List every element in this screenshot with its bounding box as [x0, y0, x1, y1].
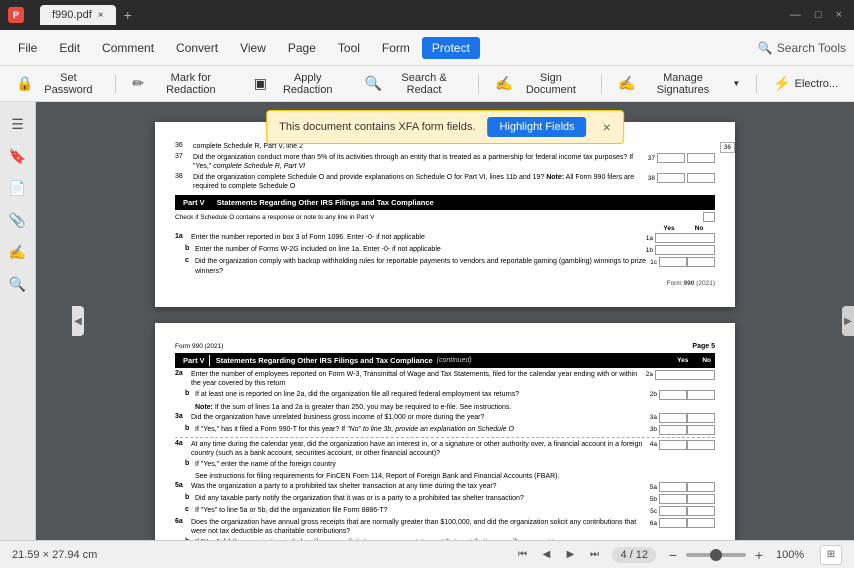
menu-convert[interactable]: Convert	[166, 37, 228, 59]
toolbar-divider-1	[115, 74, 116, 94]
window-controls: — □ ×	[786, 7, 846, 23]
pdf-pages-container: 36 complete Schedule R, Part V, line 2 3…	[36, 102, 854, 540]
close-window-button[interactable]: ×	[832, 7, 846, 23]
active-tab[interactable]: f990.pdf ×	[40, 5, 116, 25]
search-redact-icon: 🔍	[365, 75, 382, 92]
menu-edit[interactable]: Edit	[49, 37, 90, 59]
highlight-fields-button[interactable]: Highlight Fields	[487, 117, 586, 137]
page-navigation: ⏮ ◀ ▶ ⏭	[512, 545, 604, 565]
sign-document-button[interactable]: ✍ Sign Document	[487, 68, 593, 100]
status-bar-right: ⏮ ◀ ▶ ⏭ 4 / 12 − + 100% ⊞	[512, 545, 842, 565]
sidebar-icon-bookmarks[interactable]: 🔖	[4, 142, 32, 170]
menu-bar: File Edit Comment Convert View Page Tool…	[0, 30, 854, 66]
zoom-thumb[interactable]	[710, 549, 722, 561]
title-bar-left: P f990.pdf × +	[8, 5, 148, 25]
toolbar-divider-4	[756, 74, 757, 94]
menu-protect[interactable]: Protect	[422, 37, 480, 59]
app-icon: P	[8, 7, 24, 23]
zoom-in-button[interactable]: +	[750, 546, 768, 564]
sidebar-icon-signatures[interactable]: ✍	[4, 238, 32, 266]
mark-for-redaction-button[interactable]: ✏ Mark for Redaction	[124, 68, 241, 100]
status-bar: 21.59 × 27.94 cm ⏮ ◀ ▶ ⏭ 4 / 12 − + 100%…	[0, 540, 854, 568]
sidebar-icon-pages[interactable]: ☰	[4, 110, 32, 138]
sidebar-collapse-button[interactable]: ◀	[72, 306, 84, 336]
left-sidebar: ☰ 🔖 📄 📎 ✍ 🔍	[0, 102, 36, 540]
document-dimensions: 21.59 × 27.94 cm	[12, 549, 97, 561]
toolbar-divider-3	[601, 74, 602, 94]
page2-label: Form 990 (2021)	[175, 343, 223, 350]
tab-label: f990.pdf	[52, 9, 92, 21]
right-panel-collapse-button[interactable]: ▶	[842, 306, 854, 336]
sidebar-icon-layers[interactable]: 📄	[4, 174, 32, 202]
signatures-icon: ✍	[618, 75, 635, 92]
pdf-viewer: This document contains XFA form fields. …	[36, 102, 854, 540]
main-area: ☰ 🔖 📄 📎 ✍ 🔍 This document contains XFA f…	[0, 102, 854, 540]
sidebar-icon-attachments[interactable]: 📎	[4, 206, 32, 234]
apply-redaction-button[interactable]: ▣ Apply Redaction	[246, 68, 353, 100]
menu-comment[interactable]: Comment	[92, 37, 164, 59]
zoom-controls: − +	[664, 546, 768, 564]
banner-close-button[interactable]: ×	[603, 119, 611, 135]
set-password-button[interactable]: 🔒 Set Password	[8, 68, 107, 100]
minimize-button[interactable]: —	[786, 7, 805, 23]
fit-page-button[interactable]: ⊞	[820, 545, 842, 565]
search-tools[interactable]: 🔍 Search Tools	[758, 41, 846, 55]
menu-form[interactable]: Form	[372, 37, 420, 59]
electro-icon: ⚡	[773, 75, 790, 92]
menu-file[interactable]: File	[8, 37, 47, 59]
page-indicator: 4 / 12	[612, 547, 656, 563]
mark-icon: ✏	[132, 75, 144, 92]
search-redact-button[interactable]: 🔍 Search & Redact	[357, 68, 471, 100]
title-bar: P f990.pdf × + — □ ×	[0, 0, 854, 30]
page2-num: Page 5	[692, 343, 715, 350]
toolbar-divider-2	[478, 74, 479, 94]
chevron-down-icon: ▼	[732, 79, 740, 88]
menu-page[interactable]: Page	[278, 37, 326, 59]
zoom-level-display: 100%	[776, 549, 812, 561]
first-page-button[interactable]: ⏮	[512, 545, 532, 565]
sidebar-icon-search[interactable]: 🔍	[4, 270, 32, 298]
tab-close-button[interactable]: ×	[98, 10, 104, 21]
prev-page-button[interactable]: ◀	[536, 545, 556, 565]
manage-signatures-button[interactable]: ✍ Manage Signatures ▼	[610, 68, 748, 100]
lock-icon: 🔒	[16, 75, 33, 92]
tab-bar: f990.pdf × +	[40, 5, 140, 25]
search-icon: 🔍	[758, 41, 773, 55]
menu-tool[interactable]: Tool	[328, 37, 370, 59]
xfa-banner-text: This document contains XFA form fields.	[279, 121, 475, 133]
pdf-page-1: 36 complete Schedule R, Part V, line 2 3…	[155, 122, 735, 307]
new-tab-button[interactable]: +	[116, 5, 140, 25]
next-page-button[interactable]: ▶	[560, 545, 580, 565]
sign-icon: ✍	[495, 75, 512, 92]
xfa-banner: This document contains XFA form fields. …	[266, 110, 624, 144]
zoom-slider[interactable]	[686, 553, 746, 557]
pdf-page-2: Form 990 (2021) Page 5 Part V Statements…	[155, 323, 735, 540]
apply-icon: ▣	[254, 75, 267, 92]
protect-toolbar: 🔒 Set Password ✏ Mark for Redaction ▣ Ap…	[0, 66, 854, 102]
zoom-out-button[interactable]: −	[664, 546, 682, 564]
electro-button[interactable]: ⚡ Electro...	[765, 71, 846, 96]
menu-view[interactable]: View	[230, 37, 276, 59]
last-page-button[interactable]: ⏭	[584, 545, 604, 565]
maximize-button[interactable]: □	[811, 7, 826, 23]
